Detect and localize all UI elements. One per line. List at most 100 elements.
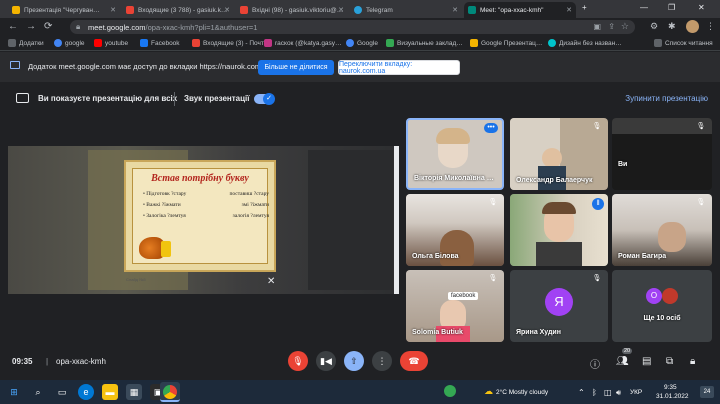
presenting-text: Ви показуєте презентацію для всіх	[38, 94, 178, 103]
camera-indicator-icon[interactable]: ▣	[593, 22, 601, 31]
close-icon[interactable]: ✕	[224, 6, 230, 14]
google-icon	[346, 39, 354, 47]
bluetooth-icon[interactable]: ᛒ	[592, 388, 597, 397]
bookmark-youtube[interactable]: youtube	[94, 39, 128, 47]
close-icon[interactable]: ✕	[110, 6, 116, 14]
activities-icon[interactable]: ⧉	[666, 356, 673, 367]
meeting-code: ора-хкас-kmh	[56, 357, 106, 366]
notifications-badge[interactable]: 24	[700, 386, 714, 398]
weather-icon: ☁	[484, 386, 493, 396]
close-window-button[interactable]: ✕	[698, 3, 705, 12]
close-preview-icon[interactable]: ✕	[267, 276, 275, 287]
people-count-badge: 20	[622, 348, 633, 354]
forward-icon[interactable]: →	[26, 21, 36, 32]
volume-icon[interactable]: 🔊︎	[616, 388, 621, 398]
meet-icon	[468, 6, 476, 14]
tray-overflow-icon[interactable]: ⌃	[578, 388, 585, 397]
participant-tile[interactable]: 🎙︎ Ольга Білова	[406, 194, 504, 266]
back-icon[interactable]: ←	[8, 21, 18, 32]
close-icon[interactable]: ✕	[566, 6, 572, 14]
leave-call-button[interactable]: ☎	[400, 351, 428, 371]
bookmark-instagram[interactable]: rаскок (@katya.gasy…	[264, 39, 342, 47]
chat-icon[interactable]: ▤	[642, 356, 651, 367]
participant-tile[interactable]: facebook 🎙︎ Solomia Butiuk	[406, 270, 504, 342]
profile-avatar[interactable]	[686, 20, 699, 33]
more-options-button[interactable]: ⋮	[372, 351, 392, 371]
stop-sharing-button[interactable]: Більше не ділитися	[258, 60, 334, 75]
bookmark-label: Додатки	[19, 39, 44, 47]
slides-icon	[12, 6, 20, 14]
participant-tile[interactable]: Я 🎙︎ Ярина Худин	[510, 270, 608, 342]
close-icon[interactable]: ✕	[452, 6, 458, 14]
present-now-button[interactable]: ⇧	[344, 351, 364, 371]
apps-grid-icon	[8, 39, 16, 47]
bookmark-facebook[interactable]: Facebook	[140, 39, 180, 47]
participant-tile[interactable]: 🎙︎ Олександр Балаерчук	[510, 118, 608, 190]
browser-tab[interactable]: Презентація "Чергуван… ✕	[8, 2, 120, 18]
people-icon[interactable]: 👥︎	[616, 356, 629, 367]
clock-date[interactable]: 31.01.2022	[656, 393, 689, 400]
participant-name: Роман Багира	[618, 253, 667, 260]
share-icon[interactable]: ⇪	[608, 22, 615, 31]
bookmark-slides[interactable]: Google Презентац…	[470, 39, 542, 47]
switch-tab-button[interactable]: Переключити вкладку: naurok.com.ua	[338, 60, 460, 75]
browser-tab-active[interactable]: Meet: "ора-ххас-kmh" ✕	[464, 2, 576, 18]
store-icon[interactable]: ▦	[126, 384, 142, 400]
participant-tile[interactable]: ⦀	[510, 194, 608, 266]
participant-tile-self[interactable]: 🎙︎ Ви	[612, 118, 712, 190]
presentation-sound-toggle[interactable]: ✓	[254, 93, 275, 105]
close-icon[interactable]: ✕	[338, 6, 344, 14]
google-app-icon[interactable]	[444, 385, 456, 397]
menu-kebab-icon[interactable]: ⋮	[706, 21, 715, 32]
browser-tab[interactable]: Вхідні (98) - gasiuk.viktoriu@… ✕	[236, 2, 348, 18]
bookmark-label: google	[65, 39, 85, 47]
participant-name: Ярина Худин	[516, 329, 561, 336]
minimize-button[interactable]: —	[640, 3, 648, 12]
tab-title: Meet: "ора-ххас-kmh"	[480, 6, 544, 14]
camera-toggle-button[interactable]: ▮◀	[316, 351, 336, 371]
extension-icon[interactable]: ⚙	[650, 21, 658, 32]
url-host: meet.google.com	[88, 22, 146, 32]
address-bar[interactable]: 🔒︎ meet.google.com/ора-хкас-kmh?pli=1&au…	[70, 20, 635, 34]
new-tab-button[interactable]: +	[582, 3, 587, 12]
browser-tab[interactable]: Входящие (3 788) - gasiuk.k… ✕	[122, 2, 234, 18]
lock-controls-icon[interactable]: 🔒︎	[690, 356, 695, 367]
bookmark-google[interactable]: google	[54, 39, 85, 47]
edge-icon[interactable]: e	[78, 384, 94, 400]
tab-sharing-banner: Додаток meet.google.com має доступ до вк…	[0, 52, 720, 82]
search-icon[interactable]: ⌕	[30, 384, 46, 400]
clock-time[interactable]: 9:35	[664, 384, 677, 391]
participant-tile[interactable]: ••• Вікторія Миколаївна …	[406, 118, 504, 190]
bookmark-mail[interactable]: Входящие (3) - Почт…	[192, 39, 270, 47]
more-options-icon[interactable]: •••	[484, 123, 498, 133]
chrome-icon	[163, 385, 177, 399]
browser-tab[interactable]: Telegram ✕	[350, 2, 462, 18]
participant-tile[interactable]: 🎙︎ Роман Багира	[612, 194, 712, 266]
network-icon[interactable]: ◫	[604, 388, 612, 397]
telegram-icon	[354, 6, 362, 14]
windows-start-icon[interactable]: ⊞	[6, 384, 22, 400]
star-icon[interactable]: ☆	[621, 21, 629, 32]
bookmark-apps[interactable]: Додатки	[8, 39, 44, 47]
mic-off-icon: 🎙︎	[488, 199, 498, 206]
bookmark-google-2[interactable]: Google	[346, 39, 378, 47]
reading-list[interactable]: Список читання	[654, 39, 713, 47]
chrome-taskbar-button[interactable]	[160, 382, 180, 402]
bookmark-canva[interactable]: Дизайн без назван…	[548, 39, 622, 47]
meeting-time: 09:35	[12, 357, 33, 366]
participant-hair	[436, 128, 470, 144]
task-view-icon[interactable]: ▭	[54, 384, 70, 400]
mic-toggle-button[interactable]: 🎙︎	[288, 351, 308, 371]
stop-presenting-link[interactable]: Зупинити презентацію	[625, 94, 708, 103]
reload-icon[interactable]: ⟳	[44, 21, 52, 32]
puzzle-icon[interactable]: ✱	[668, 21, 676, 32]
file-explorer-icon[interactable]: ▬	[102, 384, 118, 400]
more-participants-tile[interactable]: О Ще 10 осіб	[612, 270, 712, 342]
language-indicator[interactable]: УКР	[630, 389, 642, 396]
info-icon[interactable]: ⓘ	[590, 356, 600, 371]
bookmark-visual[interactable]: Визуальные заклад…	[386, 39, 463, 47]
presentation-sound-label: Звук презентації	[184, 94, 250, 103]
slide-row-right: змі ?їжмати	[241, 202, 269, 208]
maximize-button[interactable]: ❐	[668, 3, 675, 12]
weather-text[interactable]: 2°C Mostly cloudy	[496, 389, 548, 396]
